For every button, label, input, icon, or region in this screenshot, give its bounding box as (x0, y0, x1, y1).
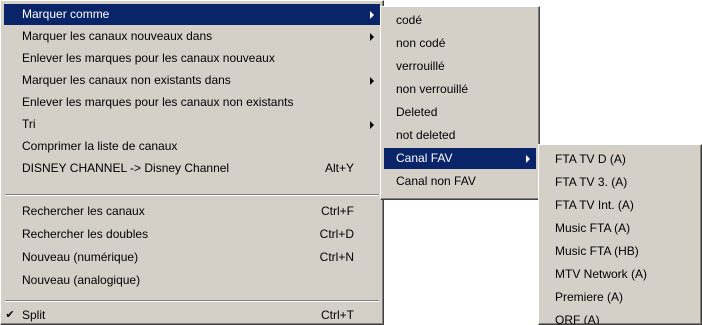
menu-item-mark-new-channels-in[interactable]: Marquer les canaux nouveaux dans (4, 26, 380, 47)
fav-item-fta-tv-3[interactable]: FTA TV 3. (A) (542, 172, 698, 193)
menu-item-shortcut: Ctrl+F (321, 204, 354, 218)
menu-item-mark-non-existing-in[interactable]: Marquer les canaux non existants dans (4, 70, 380, 91)
fav-item-music-fta-hb[interactable]: Music FTA (HB) (542, 241, 698, 262)
fav-item-premiere[interactable]: Premiere (A) (542, 287, 698, 308)
menu-item-label: Rechercher les canaux (22, 204, 145, 218)
menu-item-label: not deleted (396, 128, 456, 142)
menu-item-split[interactable]: ✔ Split Ctrl+T (4, 305, 380, 324)
submenu-item-deleted[interactable]: Deleted (384, 102, 536, 123)
menu-item-new-digital[interactable]: Nouveau (numérique) Ctrl+N (4, 247, 380, 268)
menu-item-label: codé (396, 13, 423, 27)
menu-item-search-channels[interactable]: Rechercher les canaux Ctrl+F (4, 201, 380, 222)
submenu-arrow-icon (370, 11, 374, 19)
menu-item-label: Split (22, 308, 46, 322)
fav-submenu: FTA TV D (A) FTA TV 3. (A) FTA TV Int. (… (538, 144, 702, 325)
menu-item-search-duplicates[interactable]: Rechercher les doubles Ctrl+D (4, 224, 380, 245)
submenu-item-fav-channel[interactable]: Canal FAV (384, 148, 536, 169)
menu-item-shortcut: Alt+Y (324, 161, 354, 175)
menu-item-label: Tri (22, 117, 36, 131)
menu-item-label: Marquer les canaux non existants dans (22, 73, 231, 87)
fav-item-fta-tv-d[interactable]: FTA TV D (A) (542, 149, 698, 170)
checkmark-icon: ✔ (5, 309, 15, 321)
menu-item-remove-non-existing-marks[interactable]: Enlever les marques pour les canaux non … (4, 92, 380, 113)
menu-item-mark-as[interactable]: Marquer comme (4, 4, 380, 25)
context-menu: Marquer comme Marquer les canaux nouveau… (0, 0, 384, 325)
menu-item-label: ORF (A) (555, 313, 600, 325)
submenu-item-locked[interactable]: verrouillé (384, 56, 536, 77)
menu-item-label: Rechercher les doubles (22, 227, 149, 241)
menu-item-remove-new-marks[interactable]: Enlever les marques pour les canaux nouv… (4, 48, 380, 69)
menu-item-label: Canal non FAV (396, 174, 476, 188)
submenu-item-non-fav-channel[interactable]: Canal non FAV (384, 171, 536, 192)
menu-item-shortcut: Ctrl+D (319, 227, 354, 241)
menu-item-label: verrouillé (396, 59, 445, 73)
menu-item-compress-list[interactable]: Comprimer la liste de canaux (4, 136, 380, 157)
fav-item-mtv-network[interactable]: MTV Network (A) (542, 264, 698, 285)
fav-item-orf[interactable]: ORF (A) (542, 310, 698, 325)
menu-item-label: Canal FAV (396, 151, 453, 165)
submenu-arrow-icon (370, 77, 374, 85)
menu-item-label: Comprimer la liste de canaux (22, 139, 178, 153)
menu-item-label: MTV Network (A) (555, 267, 648, 281)
menu-item-label: FTA TV Int. (A) (555, 198, 634, 212)
menu-item-rename-disney[interactable]: DISNEY CHANNEL -> Disney Channel Alt+Y (4, 158, 380, 179)
menu-item-label: FTA TV 3. (A) (555, 175, 628, 189)
menu-item-shortcut: Ctrl+T (321, 308, 354, 322)
menu-item-label: Nouveau (analogique) (22, 273, 141, 287)
menu-item-label: Deleted (396, 105, 438, 119)
submenu-arrow-icon (370, 33, 374, 41)
menu-item-label: Enlever les marques pour les canaux non … (22, 95, 294, 109)
menu-item-label: Enlever les marques pour les canaux nouv… (22, 51, 275, 65)
menu-separator (5, 194, 379, 196)
menu-item-label: FTA TV D (A) (555, 152, 626, 166)
menu-item-label: Nouveau (numérique) (22, 250, 139, 264)
menu-item-label: non verrouillé (396, 82, 469, 96)
menu-separator (5, 300, 379, 302)
submenu-item-not-coded[interactable]: non codé (384, 33, 536, 54)
submenu-item-unlocked[interactable]: non verrouillé (384, 79, 536, 100)
menu-item-label: Marquer comme (22, 7, 110, 21)
menu-item-shortcut: Ctrl+N (319, 250, 354, 264)
submenu-arrow-icon (370, 121, 374, 129)
menu-item-label: Marquer les canaux nouveaux dans (22, 29, 213, 43)
menu-item-label: Premiere (A) (555, 290, 624, 304)
fav-item-music-fta-a[interactable]: Music FTA (A) (542, 218, 698, 239)
menu-item-label: non codé (396, 36, 446, 50)
menu-item-label: Music FTA (HB) (555, 244, 639, 258)
menu-item-new-analog[interactable]: Nouveau (analogique) (4, 270, 380, 291)
fav-item-fta-tv-int[interactable]: FTA TV Int. (A) (542, 195, 698, 216)
menu-item-label: Music FTA (A) (555, 221, 631, 235)
submenu-item-coded[interactable]: codé (384, 10, 536, 31)
submenu-arrow-icon (526, 155, 530, 163)
menu-item-label: DISNEY CHANNEL -> Disney Channel (22, 161, 230, 175)
mark-as-submenu: codé non codé verrouillé non verrouillé … (380, 6, 540, 200)
menu-item-sort[interactable]: Tri (4, 114, 380, 135)
submenu-item-not-deleted[interactable]: not deleted (384, 125, 536, 146)
